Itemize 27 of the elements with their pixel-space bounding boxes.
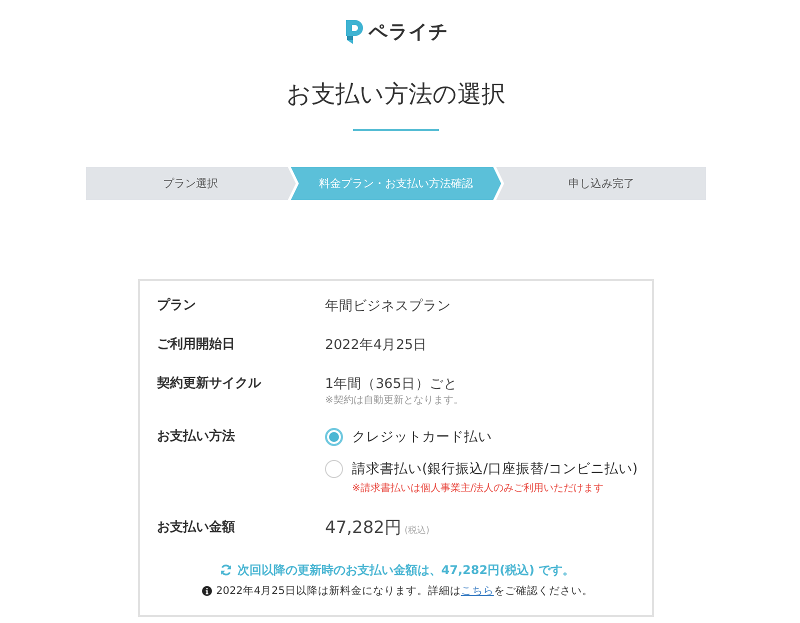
field-label: ご利用開始日	[157, 336, 236, 354]
info-text: 2022年4月25日以降は新料金になります。詳細は こちら をご確認ください。	[216, 584, 593, 599]
refresh-icon	[220, 564, 232, 576]
option-label[interactable]: 請求書払い(銀行振込/口座振替/コンビニ払い)	[352, 459, 638, 479]
field-value: 1年間（365日）ごと	[325, 375, 458, 394]
field-value: 年間ビジネスプラン	[325, 297, 451, 316]
field-value: 2022年4月25日	[325, 336, 428, 355]
step-indicator: 申し込み完了	[496, 167, 706, 200]
step-indicator: プラン選択	[86, 167, 296, 200]
amount-value: 47,282円	[325, 517, 402, 540]
radio-button[interactable]	[325, 428, 343, 446]
logo-text: ペライチ	[368, 20, 448, 45]
page-title: お支払い方法の選択	[286, 79, 506, 109]
step-indicator: 料金プラン・お支払い方法確認	[290, 167, 502, 200]
field-label: プラン	[157, 296, 197, 315]
details-link[interactable]: こちら	[460, 585, 494, 597]
tax-label: (税込)	[404, 524, 430, 537]
option-label[interactable]: クレジットカード払い	[352, 427, 492, 447]
field-label: 契約更新サイクル	[157, 374, 262, 393]
warning-note: ※請求書払いは個人事業主/法人のみご利用いただけます	[352, 482, 604, 496]
radio-button[interactable]	[325, 460, 343, 478]
info-icon	[202, 586, 212, 596]
logo-icon	[344, 19, 364, 45]
field-note: ※契約は自動更新となります。	[325, 394, 464, 408]
field-label: お支払い金額	[157, 518, 236, 537]
renewal-notice: 次回以降の更新時のお支払い金額は、47,282円(税込) です。	[237, 562, 575, 579]
field-label: お支払い方法	[157, 428, 236, 446]
